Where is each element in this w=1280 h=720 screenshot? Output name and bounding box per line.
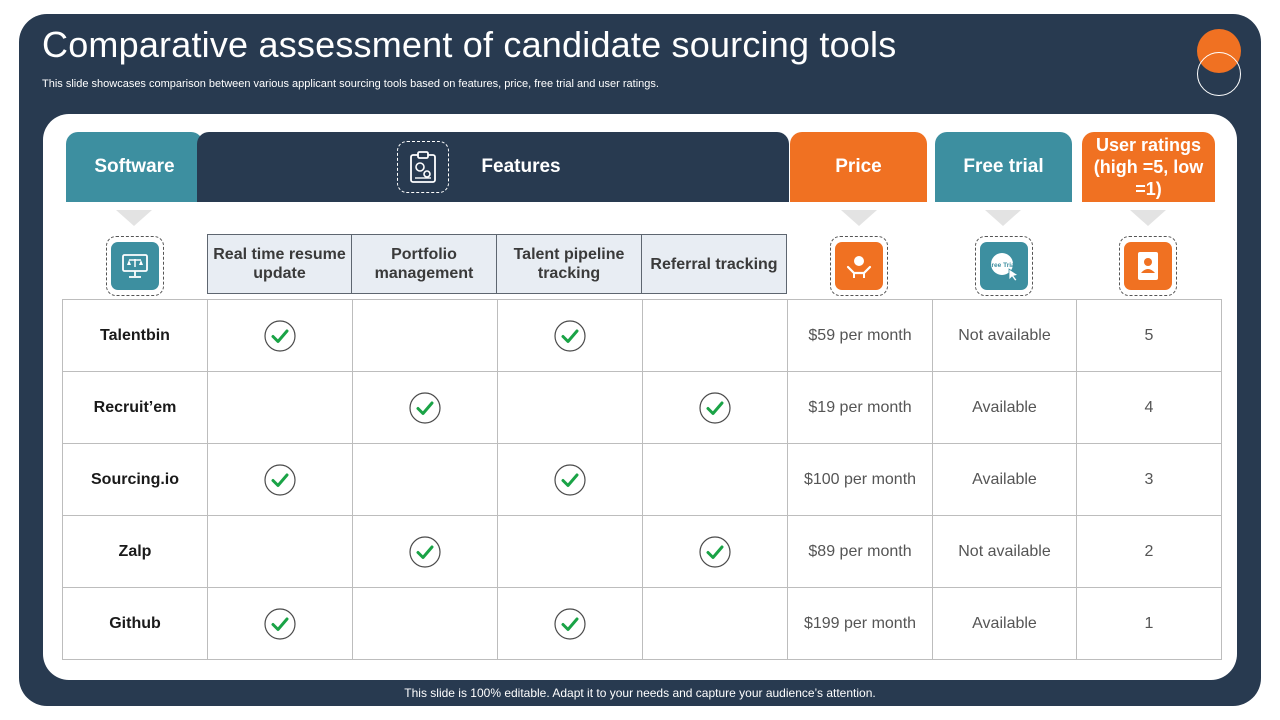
slide-title: Comparative assessment of candidate sour… bbox=[42, 24, 897, 65]
table-row: Zalp $89 per month Not available 2 bbox=[62, 515, 1222, 588]
price-cell: $89 per month bbox=[787, 515, 933, 588]
feature-cell bbox=[352, 299, 498, 372]
feature-column-header: Talent pipeline tracking bbox=[496, 234, 642, 294]
rating-cell: 5 bbox=[1076, 299, 1222, 372]
feature-cell bbox=[207, 587, 353, 660]
clipboard-gears-icon bbox=[397, 141, 449, 193]
feature-column-header: Real time resume update bbox=[207, 234, 352, 294]
feature-cell bbox=[207, 299, 353, 372]
pointer-arrow bbox=[1130, 210, 1166, 226]
header-user-ratings: User ratings (high =5, low =1) bbox=[1082, 132, 1215, 202]
checkmark-circle-icon bbox=[408, 391, 442, 424]
rating-cell: 4 bbox=[1076, 371, 1222, 444]
table-row: Talentbin $59 per month Not available 5 bbox=[62, 299, 1222, 372]
pointer-arrow bbox=[841, 210, 877, 226]
checkmark-circle-icon bbox=[408, 535, 442, 568]
table-row: Github $199 per month Available 1 bbox=[62, 587, 1222, 660]
scales-monitor-icon bbox=[111, 242, 159, 290]
free-trial-cell: Not available bbox=[932, 515, 1077, 588]
user-ratings-icon-frame bbox=[1119, 236, 1177, 296]
slide-subtitle: This slide showcases comparison between … bbox=[42, 78, 659, 90]
feature-cell bbox=[497, 515, 643, 588]
feature-cell bbox=[497, 371, 643, 444]
free-trial-click-icon: Free Trial bbox=[980, 242, 1028, 290]
comparison-table: Talentbin $59 per month Not available 5 Recr… bbox=[62, 299, 1222, 660]
free-trial-cell: Not available bbox=[932, 299, 1077, 372]
rating-cell: 2 bbox=[1076, 515, 1222, 588]
decorative-circle-ring bbox=[1197, 52, 1241, 96]
software-icon-frame bbox=[106, 236, 164, 296]
header-free-trial: Free trial bbox=[935, 132, 1072, 202]
free-trial-cell: Available bbox=[932, 443, 1077, 516]
feature-cell bbox=[497, 299, 643, 372]
checkmark-circle-icon bbox=[553, 607, 587, 640]
slide-footer: This slide is 100% editable. Adapt it to… bbox=[404, 686, 876, 700]
software-name-cell: Sourcing.io bbox=[62, 443, 208, 516]
checkmark-circle-icon bbox=[553, 463, 587, 496]
pointer-arrow bbox=[116, 210, 152, 226]
checkmark-circle-icon bbox=[698, 391, 732, 424]
feature-cell bbox=[642, 515, 788, 588]
software-name-cell: Recruit’em bbox=[62, 371, 208, 444]
feature-cell bbox=[497, 443, 643, 516]
price-icon-frame bbox=[830, 236, 888, 296]
feature-cell bbox=[642, 587, 788, 660]
checkmark-circle-icon bbox=[263, 319, 297, 352]
feature-cell bbox=[642, 443, 788, 516]
feature-cell bbox=[642, 371, 788, 444]
checkmark-circle-icon bbox=[263, 463, 297, 496]
feature-cell bbox=[352, 443, 498, 516]
software-name-cell: Github bbox=[62, 587, 208, 660]
table-row: Sourcing.io $100 per month Available 3 bbox=[62, 443, 1222, 516]
feature-cell bbox=[352, 371, 498, 444]
feature-cell bbox=[352, 587, 498, 660]
free-trial-cell: Available bbox=[932, 587, 1077, 660]
hand-coins-icon bbox=[835, 242, 883, 290]
price-cell: $100 per month bbox=[787, 443, 933, 516]
software-name-cell: Talentbin bbox=[62, 299, 208, 372]
rating-cell: 1 bbox=[1076, 587, 1222, 660]
checkmark-circle-icon bbox=[698, 535, 732, 568]
free-trial-icon-frame: Free Trial bbox=[975, 236, 1033, 296]
rating-cell: 3 bbox=[1076, 443, 1222, 516]
feature-cell bbox=[352, 515, 498, 588]
feature-cell bbox=[207, 443, 353, 516]
feature-cell bbox=[207, 371, 353, 444]
table-row: Recruit’em $19 per month Available 4 bbox=[62, 371, 1222, 444]
header-features-label: Features bbox=[481, 156, 561, 177]
pointer-arrow bbox=[985, 210, 1021, 226]
price-cell: $59 per month bbox=[787, 299, 933, 372]
free-trial-cell: Available bbox=[932, 371, 1077, 444]
profile-card-icon bbox=[1124, 242, 1172, 290]
price-cell: $19 per month bbox=[787, 371, 933, 444]
feature-column-header: Portfolio management bbox=[351, 234, 497, 294]
software-name-cell: Zalp bbox=[62, 515, 208, 588]
header-price: Price bbox=[790, 132, 927, 202]
checkmark-circle-icon bbox=[553, 319, 587, 352]
feature-cell bbox=[497, 587, 643, 660]
free-trial-icon-text: Free Trial bbox=[988, 262, 1017, 269]
header-software: Software bbox=[66, 132, 203, 202]
feature-cell bbox=[642, 299, 788, 372]
checkmark-circle-icon bbox=[263, 607, 297, 640]
feature-cell bbox=[207, 515, 353, 588]
price-cell: $199 per month bbox=[787, 587, 933, 660]
feature-column-header: Referral tracking bbox=[641, 234, 787, 294]
